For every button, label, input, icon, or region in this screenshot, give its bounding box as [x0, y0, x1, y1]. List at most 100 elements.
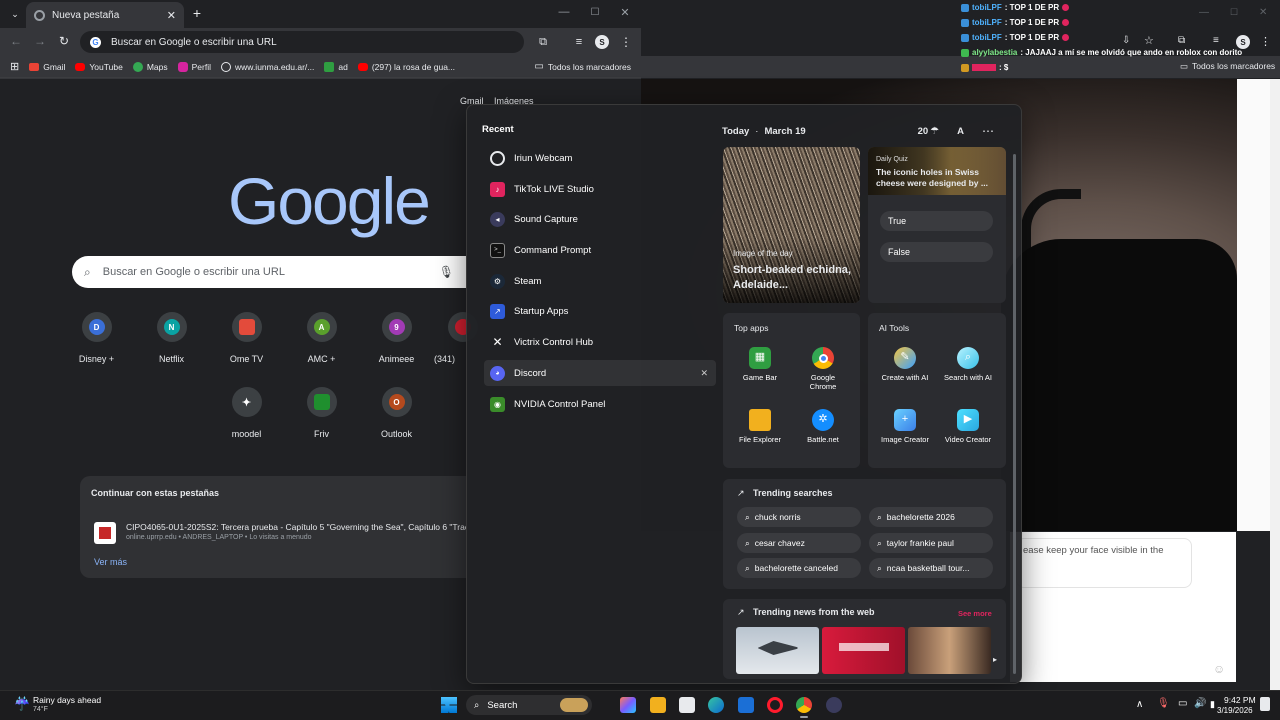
right-close-icon[interactable]: ✕: [1259, 7, 1267, 18]
news-thumbnail-jet[interactable]: [736, 627, 819, 674]
right-maximize-icon[interactable]: ☐: [1230, 7, 1238, 18]
right-reading-icon[interactable]: ≡: [1213, 35, 1219, 46]
right-scrollbar[interactable]: [1270, 79, 1280, 690]
bookmark-maps[interactable]: Maps: [132, 61, 168, 72]
tile-video-creator[interactable]: ▶ Video Creator: [936, 409, 1000, 444]
tile-image-creator[interactable]: + Image Creator: [873, 409, 937, 444]
shortcut-disney[interactable]: D Disney +: [59, 312, 134, 364]
tile-file-explorer[interactable]: File Explorer: [728, 409, 792, 444]
trending-pill[interactable]: ⌕ ncaa basketball tour...: [869, 558, 993, 578]
quiz-false-button[interactable]: False: [880, 242, 993, 262]
store-icon[interactable]: [679, 697, 695, 713]
trending-pill[interactable]: ⌕ bachelorette canceled: [737, 558, 861, 578]
tile-battle-net[interactable]: ✲ Battle.net: [791, 409, 855, 444]
chrome-taskbar-icon[interactable]: [796, 697, 812, 713]
edge-icon[interactable]: [708, 697, 724, 713]
shortcut-netflix[interactable]: N Netflix: [134, 312, 209, 364]
minimize-icon[interactable]: —: [558, 6, 570, 18]
microphone-icon[interactable]: 🎙: [1157, 698, 1170, 709]
app-command-prompt[interactable]: >_ Command Prompt: [484, 237, 716, 263]
right-menu-icon[interactable]: ⋮: [1260, 35, 1271, 48]
app-startup-apps[interactable]: ↗ Startup Apps: [484, 298, 716, 324]
see-more-link[interactable]: Ver más: [94, 557, 127, 567]
trending-pill[interactable]: ⌕ bachelorette 2026: [869, 507, 993, 527]
microphone-icon[interactable]: 🎙: [439, 265, 454, 279]
widgets-scrollbar[interactable]: [1013, 154, 1016, 674]
app-nvidia[interactable]: ◉ NVIDIA Control Panel: [484, 391, 716, 417]
app-discord[interactable]: ◕ Discord ✕: [484, 360, 716, 386]
apps-grid-icon[interactable]: ⊞: [10, 60, 19, 73]
close-tab-icon[interactable]: ✕: [167, 9, 176, 22]
shortcut-moodel[interactable]: ✦ moodel: [209, 387, 284, 439]
bookmark-perfil[interactable]: Perfil: [177, 61, 211, 72]
tab-new-tab[interactable]: Nueva pestaña ✕: [26, 2, 184, 28]
news-thumbnail-people[interactable]: [908, 627, 991, 674]
notification-icon[interactable]: [1260, 697, 1270, 711]
forward-icon[interactable]: →: [33, 34, 47, 48]
all-bookmarks[interactable]: ▭ Todos los marcadores: [534, 61, 631, 72]
bookmark-la-rosa[interactable]: (297) la rosa de gua...: [357, 62, 455, 72]
account-letter[interactable]: A: [957, 126, 964, 137]
battery-icon[interactable]: ▮: [1210, 699, 1215, 710]
tile-game-bar[interactable]: ▦ Game Bar: [728, 347, 792, 382]
copilot-icon[interactable]: [620, 697, 636, 713]
app-iriun-webcam[interactable]: Iriun Webcam: [484, 145, 716, 171]
bookmark-iunma[interactable]: www.iunma.edu.ar/...: [221, 61, 314, 72]
emoji-icon[interactable]: ☺: [1213, 662, 1225, 676]
reading-list-icon[interactable]: ≡: [572, 35, 586, 49]
trending-pill[interactable]: ⌕ cesar chavez: [737, 533, 861, 553]
news-next-icon[interactable]: ▸: [993, 655, 997, 664]
app-victrix[interactable]: ✕ Victrix Control Hub: [484, 329, 716, 355]
search-input[interactable]: ⌕ Buscar en Google o escribir una URL 🎙: [72, 256, 466, 288]
install-icon[interactable]: ⇩: [1122, 35, 1130, 46]
reload-icon[interactable]: ↻: [57, 34, 71, 48]
news-thumbnail-bachelorette[interactable]: [822, 627, 905, 674]
bookmark-gmail[interactable]: Gmail: [29, 62, 65, 72]
shortcut-ome-tv[interactable]: Ome TV: [209, 312, 284, 364]
menu-kebab-icon[interactable]: ⋮: [619, 35, 633, 49]
weather-title[interactable]: Rainy days ahead: [33, 695, 101, 705]
shortcut-amc[interactable]: A AMC +: [284, 312, 359, 364]
extensions-icon[interactable]: ⧉: [536, 35, 550, 49]
app-steam[interactable]: ⚙ Steam: [484, 268, 716, 294]
shortcut-friv[interactable]: Friv: [284, 387, 359, 439]
image-of-the-day-card[interactable]: Image of the day Short-beaked echidna, A…: [723, 147, 860, 303]
volume-icon[interactable]: 🔊: [1194, 698, 1206, 709]
chevron-up-icon[interactable]: ∧: [1136, 699, 1143, 710]
omnibox[interactable]: G Buscar en Google o escribir una URL: [80, 31, 524, 53]
right-minimize-icon[interactable]: —: [1199, 7, 1209, 18]
maximize-icon[interactable]: ☐: [589, 6, 601, 18]
quiz-true-button[interactable]: True: [880, 211, 993, 231]
see-more-link[interactable]: See more: [958, 609, 992, 618]
app-sound-capture[interactable]: ◂ Sound Capture: [484, 206, 716, 232]
tab-search-icon[interactable]: ⌄: [8, 7, 22, 21]
weather-temp[interactable]: 20: [918, 126, 929, 137]
profile-avatar[interactable]: S: [595, 35, 609, 49]
bookmark-youtube[interactable]: YouTube: [75, 62, 123, 72]
back-icon[interactable]: ←: [9, 34, 23, 48]
tile-google-chrome[interactable]: Google Chrome: [791, 347, 855, 392]
taskbar-search[interactable]: ⌕ Search: [466, 695, 592, 715]
clock-date[interactable]: 3/19/2026: [1217, 706, 1253, 715]
continue-item[interactable]: CIPO4065-0U1-2025S2: Tercera prueba - Ca…: [94, 520, 466, 546]
file-explorer-icon[interactable]: [650, 697, 666, 713]
tile-search-with-ai[interactable]: ⌕ Search with AI: [936, 347, 1000, 382]
clock-time[interactable]: 9:42 PM: [1224, 695, 1256, 705]
shortcut-animeee[interactable]: 9 Animeee: [359, 312, 434, 364]
trending-pill[interactable]: ⌕ taylor frankie paul: [869, 533, 993, 553]
trending-pill[interactable]: ⌕ chuck norris: [737, 507, 861, 527]
shortcut-outlook[interactable]: O Outlook: [359, 387, 434, 439]
right-profile-avatar[interactable]: S: [1236, 35, 1250, 49]
close-window-icon[interactable]: ✕: [619, 6, 631, 19]
network-icon[interactable]: ▭: [1178, 698, 1187, 709]
star-icon[interactable]: ☆: [1144, 34, 1154, 47]
right-all-bookmarks[interactable]: ▭ Todos los marcadores: [1180, 61, 1275, 72]
bookmark-ad[interactable]: ad: [324, 61, 348, 72]
opera-icon[interactable]: [767, 697, 783, 713]
right-extensions-icon[interactable]: ⧉: [1178, 35, 1185, 46]
tile-create-with-ai[interactable]: ✎ Create with AI: [873, 347, 937, 382]
new-tab-icon[interactable]: +: [190, 5, 204, 21]
more-options-icon[interactable]: ⋯: [982, 124, 994, 138]
remove-icon[interactable]: ✕: [700, 368, 708, 379]
app-tiktok-live[interactable]: ♪ TikTok LIVE Studio: [484, 176, 716, 202]
